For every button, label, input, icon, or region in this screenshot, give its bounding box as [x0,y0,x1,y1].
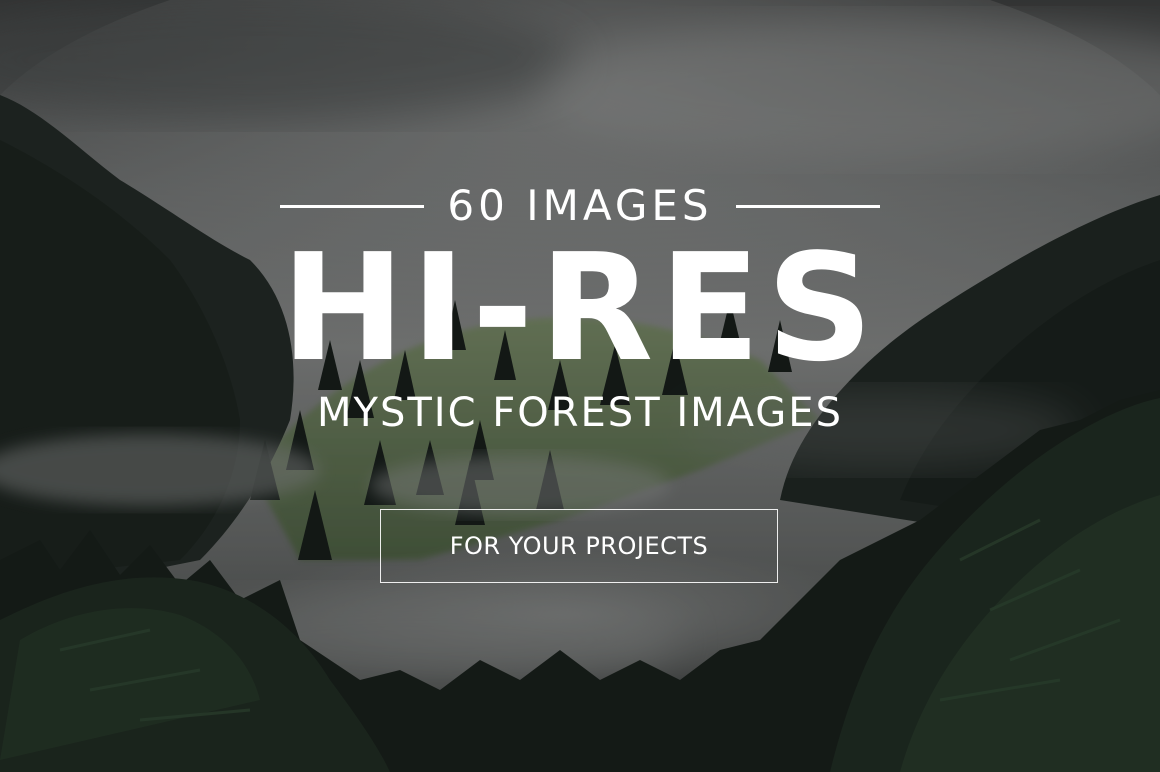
headline: HI-RES [280,222,879,394]
hero-banner: 60 IMAGES HI-RES MYSTIC FOREST IMAGES FO… [0,0,1160,772]
for-your-projects-button[interactable]: FOR YOUR PROJECTS [380,509,778,583]
subheadline: MYSTIC FOREST IMAGES [317,390,843,436]
cta-label: FOR YOUR PROJECTS [449,532,709,560]
left-divider-line [280,204,424,208]
right-divider-line [736,204,880,208]
hero-text-overlay: 60 IMAGES HI-RES MYSTIC FOREST IMAGES FO… [0,0,1160,772]
